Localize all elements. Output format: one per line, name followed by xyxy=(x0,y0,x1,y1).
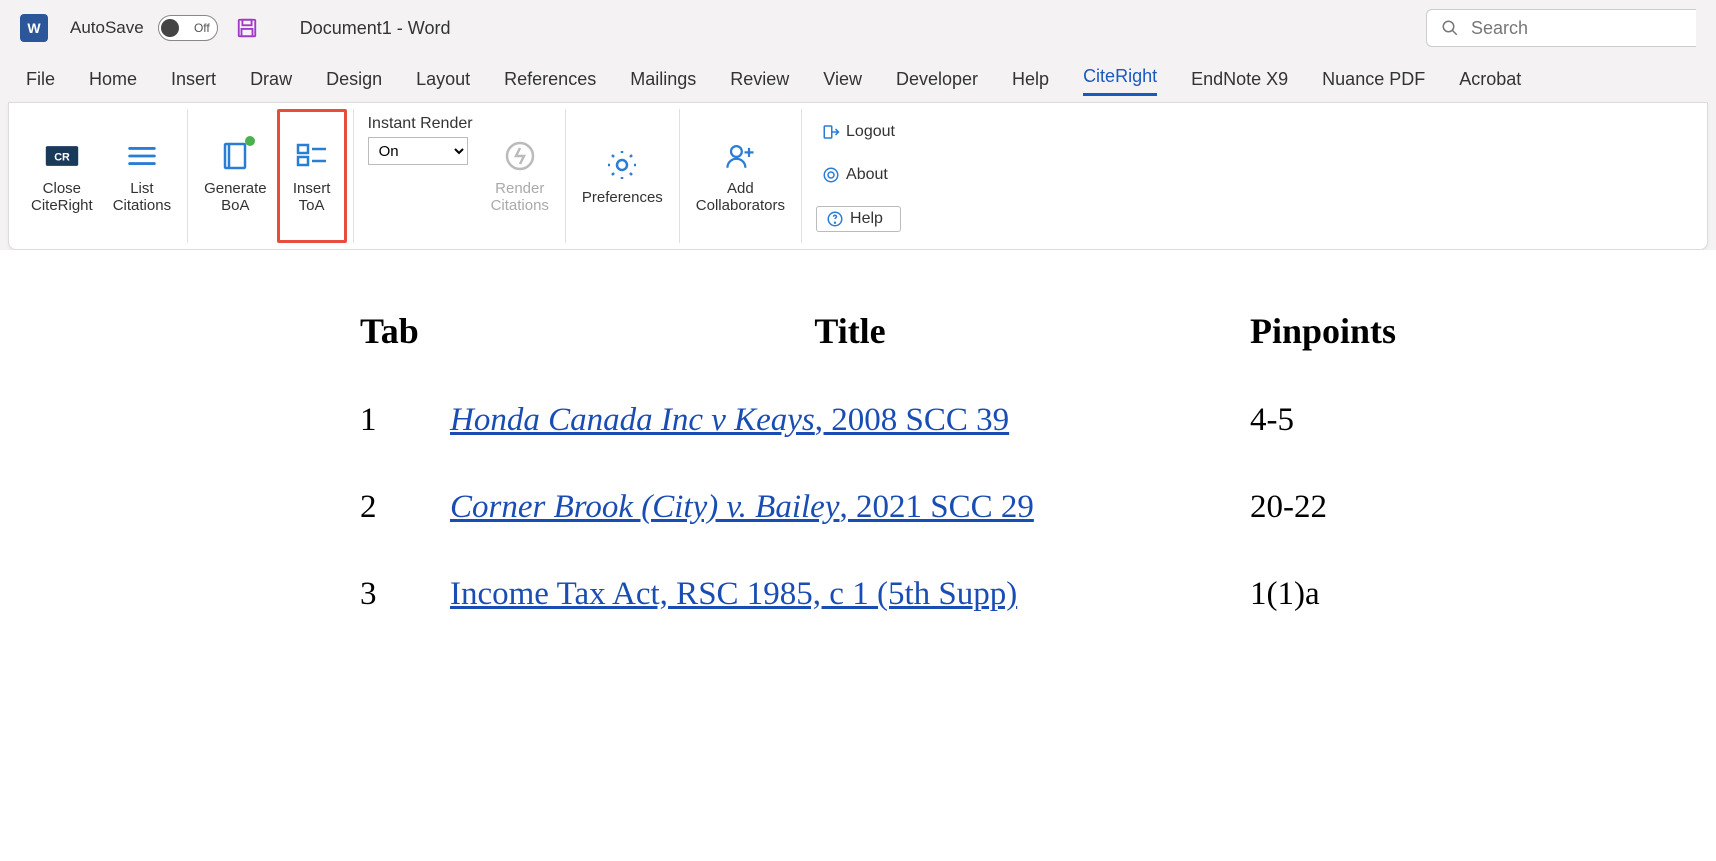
autosave-state: Off xyxy=(194,21,210,35)
citation-link[interactable]: Income Tax Act, RSC 1985, c 1 (5th Supp) xyxy=(450,576,1017,612)
citeright-icon: CR xyxy=(44,138,80,174)
search-placeholder: Search xyxy=(1471,18,1528,39)
table-icon xyxy=(294,138,330,174)
help-icon xyxy=(826,210,844,228)
save-icon[interactable] xyxy=(236,17,258,39)
book-icon xyxy=(217,138,253,174)
tab-file[interactable]: File xyxy=(26,65,55,94)
about-button[interactable]: About xyxy=(816,163,901,187)
instant-render-label: Instant Render xyxy=(368,115,473,133)
ribbon: CR CloseCiteRight ListCitations Generate… xyxy=(8,102,1708,250)
cell-pinpoints: 4-5 xyxy=(1250,402,1470,439)
list-citations-button[interactable]: ListCitations xyxy=(103,109,181,243)
add-user-icon xyxy=(722,138,758,174)
tab-mailings[interactable]: Mailings xyxy=(630,65,696,94)
svg-text:CR: CR xyxy=(54,152,70,164)
logout-button[interactable]: Logout xyxy=(816,120,901,144)
document-title: Document1 - Word xyxy=(300,18,451,39)
word-app-icon: W xyxy=(20,14,48,42)
autosave-toggle[interactable]: Off xyxy=(158,15,218,41)
header-title: Title xyxy=(450,310,1250,352)
logout-icon xyxy=(822,123,840,141)
cell-pinpoints: 20-22 xyxy=(1250,489,1470,526)
instant-render-dropdown[interactable]: On xyxy=(368,137,468,165)
tab-layout[interactable]: Layout xyxy=(416,65,470,94)
info-icon xyxy=(822,166,840,184)
header-pinpoints: Pinpoints xyxy=(1250,310,1470,352)
cell-pinpoints: 1(1)a xyxy=(1250,576,1470,613)
toa-row: 3Income Tax Act, RSC 1985, c 1 (5th Supp… xyxy=(60,576,1656,613)
cell-tab: 1 xyxy=(360,402,450,439)
preferences-button[interactable]: Preferences xyxy=(572,109,673,243)
toggle-knob xyxy=(161,19,179,37)
document-page: Tab Title Pinpoints 1Honda Canada Inc v … xyxy=(0,250,1716,861)
tab-insert[interactable]: Insert xyxy=(171,65,216,94)
cell-title: Corner Brook (City) v. Bailey, 2021 SCC … xyxy=(450,489,1250,526)
search-input[interactable]: Search xyxy=(1426,9,1696,47)
generate-boa-button[interactable]: GenerateBoA xyxy=(194,109,277,243)
toa-row: 2Corner Brook (City) v. Bailey, 2021 SCC… xyxy=(60,489,1656,526)
toa-header-row: Tab Title Pinpoints xyxy=(60,310,1656,352)
toa-row: 1Honda Canada Inc v Keays, 2008 SCC 39 4-… xyxy=(60,402,1656,439)
tab-home[interactable]: Home xyxy=(89,65,137,94)
render-citations-button[interactable]: RenderCitations xyxy=(481,109,559,243)
titlebar: W AutoSave Off Document1 - Word Search xyxy=(0,0,1716,56)
insert-toa-button[interactable]: InsertToA xyxy=(277,109,347,243)
cell-title: Income Tax Act, RSC 1985, c 1 (5th Supp) xyxy=(450,576,1250,613)
tab-endnote-x9[interactable]: EndNote X9 xyxy=(1191,65,1288,94)
tab-draw[interactable]: Draw xyxy=(250,65,292,94)
header-tab: Tab xyxy=(360,310,450,352)
tab-acrobat[interactable]: Acrobat xyxy=(1459,65,1521,94)
list-icon xyxy=(124,138,160,174)
close-citeright-button[interactable]: CR CloseCiteRight xyxy=(21,109,103,243)
add-collaborators-button[interactable]: AddCollaborators xyxy=(686,109,795,243)
tab-nuance-pdf[interactable]: Nuance PDF xyxy=(1322,65,1425,94)
gear-icon xyxy=(604,147,640,183)
tab-developer[interactable]: Developer xyxy=(896,65,978,94)
help-button[interactable]: Help xyxy=(816,206,901,232)
tab-view[interactable]: View xyxy=(823,65,862,94)
menubar: File Home Insert Draw Design Layout References… xyxy=(0,56,1716,102)
tab-references[interactable]: References xyxy=(504,65,596,94)
cell-title: Honda Canada Inc v Keays, 2008 SCC 39 xyxy=(450,402,1250,439)
cell-tab: 3 xyxy=(360,576,450,613)
search-icon xyxy=(1441,19,1459,37)
tab-review[interactable]: Review xyxy=(730,65,789,94)
autosave-label: AutoSave xyxy=(70,18,144,38)
citation-link[interactable]: Honda Canada Inc v Keays, 2008 SCC 39 xyxy=(450,402,1009,438)
tab-design[interactable]: Design xyxy=(326,65,382,94)
citation-link[interactable]: Corner Brook (City) v. Bailey, 2021 SCC … xyxy=(450,489,1034,525)
refresh-icon xyxy=(502,138,538,174)
tab-help[interactable]: Help xyxy=(1012,65,1049,94)
tab-citeright[interactable]: CiteRight xyxy=(1083,62,1157,96)
cell-tab: 2 xyxy=(360,489,450,526)
